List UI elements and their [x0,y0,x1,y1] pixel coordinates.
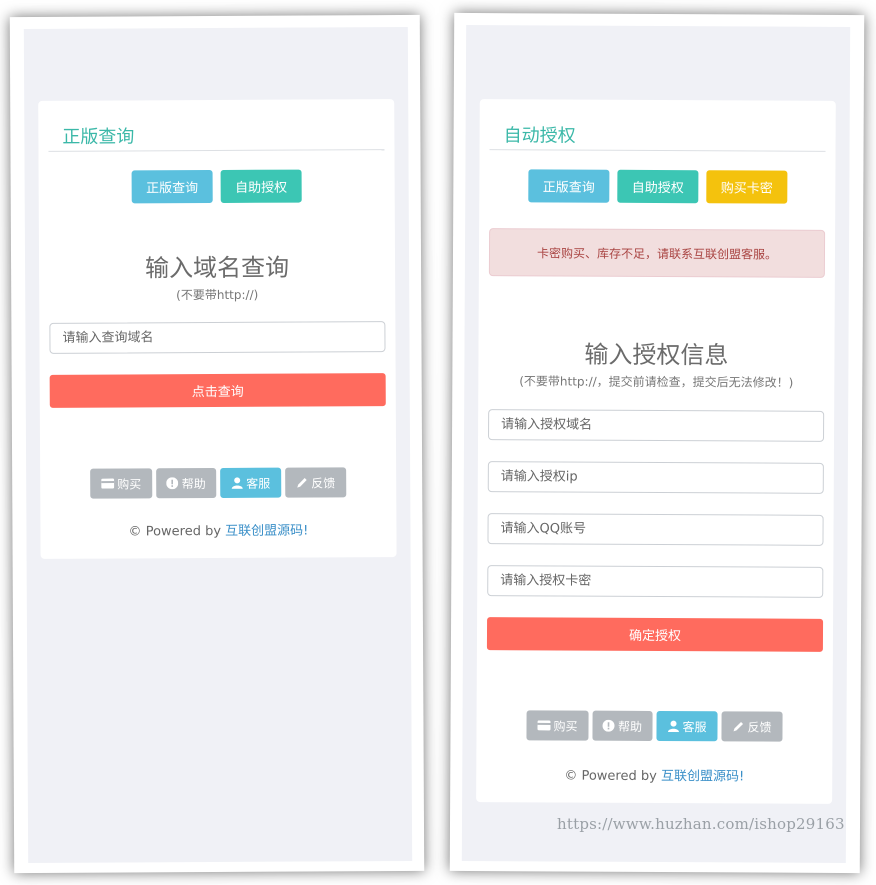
left-footer: © Powered by 互联创盟源码! [40,519,396,540]
buy-button-label: 购买 [117,476,142,492]
right-heading: 输入授权信息 [584,340,729,370]
user-icon [667,720,679,733]
right-card-divider [489,149,826,152]
powered-by-text: © Powered by [564,768,661,785]
right-card: 自动授权 正版查询 自助授权 购买卡密 卡密购买、库存不足，请联系互联创盟客服。… [476,99,836,804]
credit-card-icon [537,720,551,731]
help-button[interactable]: 帮助 [156,468,217,499]
user-icon [231,477,243,489]
credit-card-icon [101,478,115,489]
auth-domain-input[interactable] [488,409,825,442]
auth-ip-input[interactable] [487,461,824,494]
domain-query-input[interactable] [49,321,386,354]
confirm-authorize-button[interactable]: 确定授权 [486,617,824,652]
left-card-title: 正版查询 [62,126,135,148]
support-button-label: 客服 [682,719,707,734]
tab-self-authorize[interactable]: 自助授权 [617,169,699,204]
stock-alert: 卡密购买、库存不足，请联系互联创盟客服。 [488,228,826,278]
qq-account-input[interactable] [487,513,824,546]
tab-genuine-check[interactable]: 正版查询 [528,169,610,203]
pencil-icon [733,721,744,732]
left-screenshot: 正版查询 正版查询 自助授权 输入域名查询 (不要带http://) 点击查询 … [9,14,425,874]
exclamation-circle-icon [166,477,179,490]
powered-by-link[interactable]: 互联创盟源码! [661,769,744,784]
right-screenshot: 自动授权 正版查询 自助授权 购买卡密 卡密购买、库存不足，请联系互联创盟客服。… [449,12,865,874]
support-button[interactable]: 客服 [220,467,282,498]
left-card: 正版查询 正版查询 自助授权 输入域名查询 (不要带http://) 点击查询 … [38,99,397,559]
right-page-background: 自动授权 正版查询 自助授权 购买卡密 卡密购买、库存不足，请联系互联创盟客服。… [461,24,851,863]
tab-buy-card-key[interactable]: 购买卡密 [706,170,788,204]
query-submit-button[interactable]: 点击查询 [49,373,386,408]
auth-card-key-input[interactable] [487,565,824,598]
left-heading: 输入域名查询 [145,253,290,283]
help-button[interactable]: 帮助 [592,710,653,741]
pencil-icon [297,478,307,488]
feedback-button-label: 反馈 [747,719,772,735]
buy-button[interactable]: 购买 [90,468,153,499]
tab-genuine-check[interactable]: 正版查询 [131,170,213,204]
feedback-button-label: 反馈 [311,475,336,491]
watermark: https://www.huzhan.com/ishop29163 [557,815,845,833]
powered-by-link[interactable]: 互联创盟源码! [225,524,308,539]
help-button-label: 帮助 [181,476,206,491]
left-page-background: 正版查询 正版查询 自助授权 输入域名查询 (不要带http://) 点击查询 … [23,26,413,863]
left-card-divider [48,149,385,152]
exclamation-circle-icon [603,719,616,732]
right-subheading: (不要带http://，提交前请检查，提交后无法修改！) [519,374,794,390]
feedback-button[interactable]: 反馈 [285,467,347,498]
right-card-title: 自动授权 [503,125,576,147]
feedback-button[interactable]: 反馈 [721,711,783,742]
left-subheading: (不要带http://) [176,287,259,303]
buy-button[interactable]: 购买 [526,710,589,741]
buy-button-label: 购买 [553,718,578,734]
tab-self-authorize[interactable]: 自助授权 [220,169,302,203]
help-button-label: 帮助 [617,719,643,734]
support-button-label: 客服 [246,476,271,491]
right-footer: © Powered by 互联创盟源码! [476,764,832,785]
powered-by-text: © Powered by [128,523,226,540]
support-button[interactable]: 客服 [656,711,718,742]
